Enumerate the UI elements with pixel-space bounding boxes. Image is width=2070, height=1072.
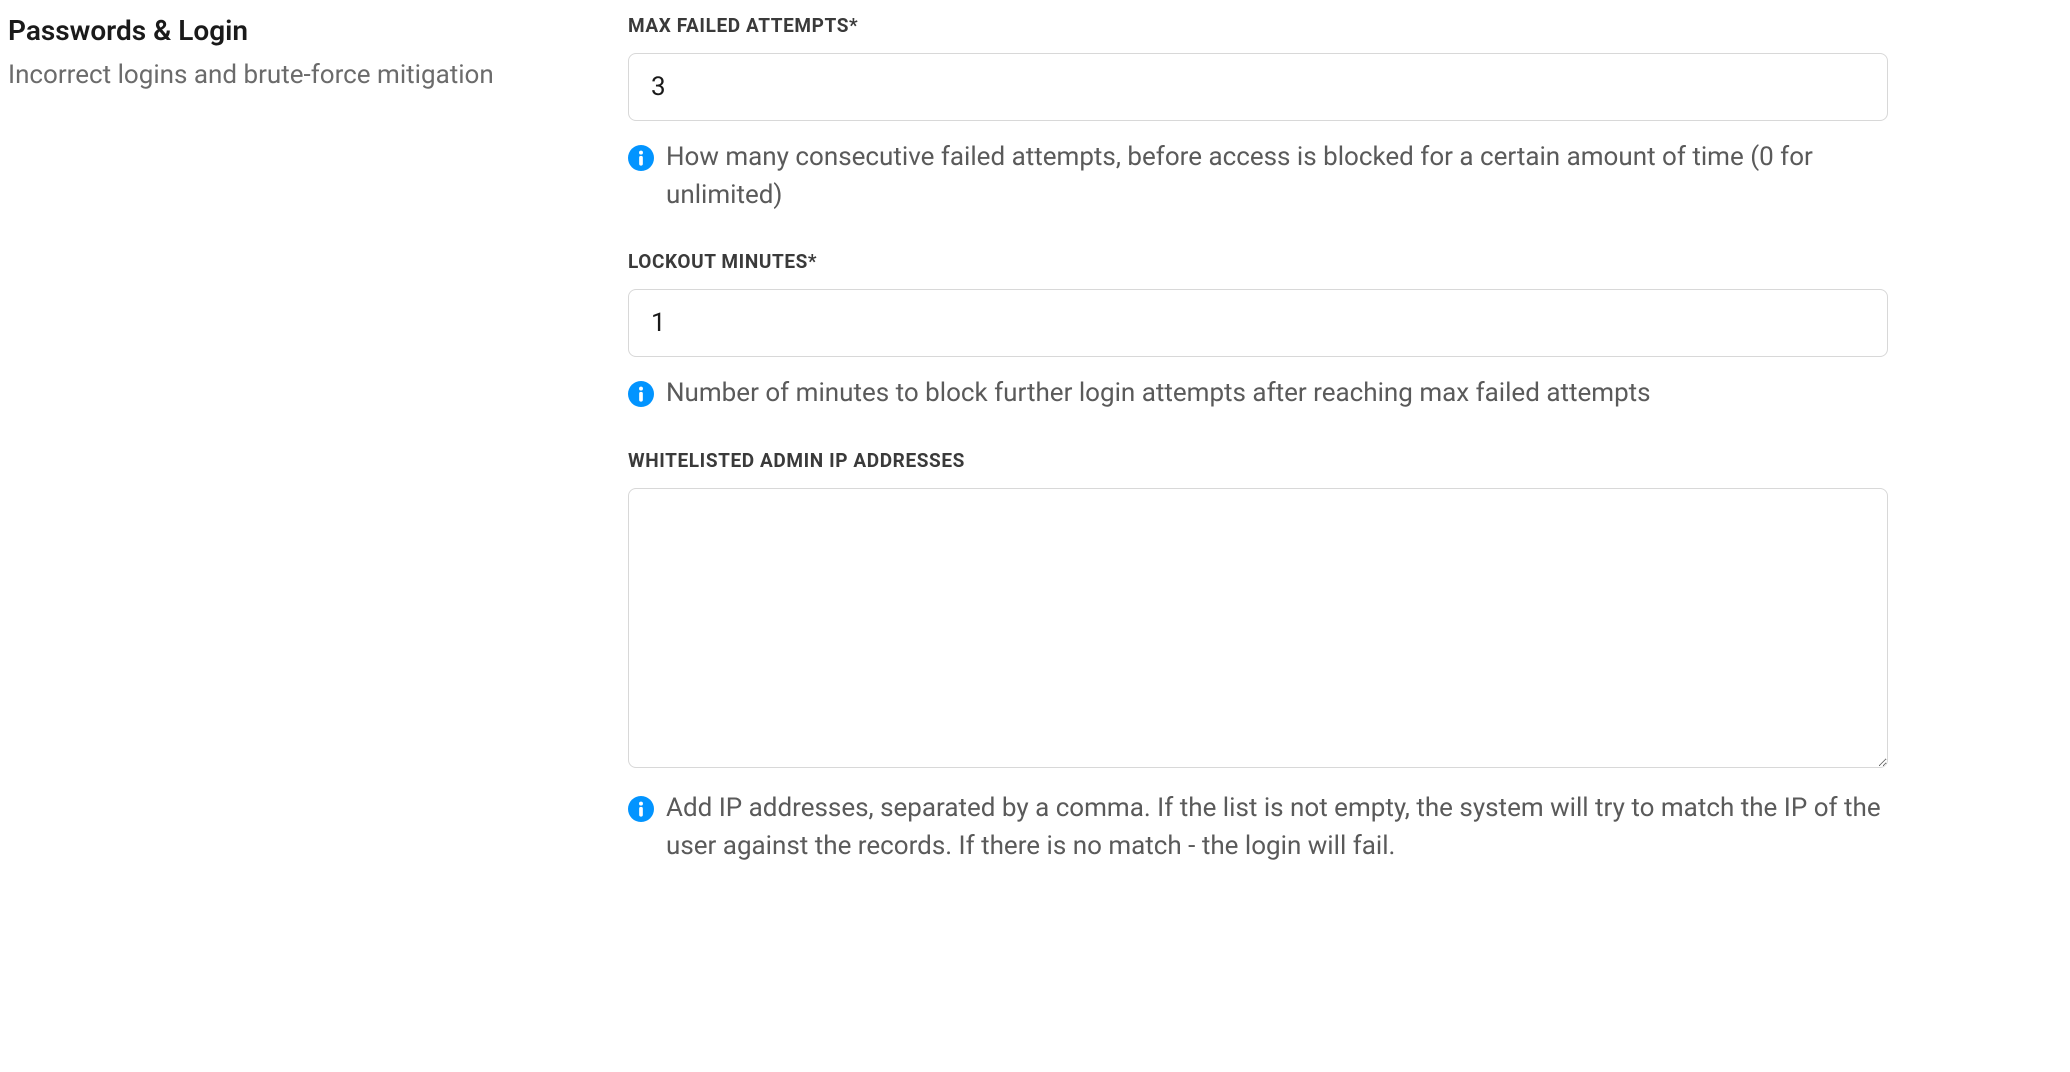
settings-section: Passwords & Login Incorrect logins and b… (8, 14, 2062, 865)
section-title: Passwords & Login (8, 14, 588, 47)
lockout-minutes-label: LOCKOUT MINUTES* (628, 250, 1888, 273)
info-icon (628, 381, 654, 407)
field-whitelisted-ips: WHITELISTED ADMIN IP ADDRESSES Add IP ad… (628, 449, 1888, 865)
info-icon (628, 145, 654, 171)
section-header: Passwords & Login Incorrect logins and b… (8, 14, 588, 865)
max-failed-attempts-label: MAX FAILED ATTEMPTS* (628, 14, 1888, 37)
max-failed-attempts-input[interactable] (628, 53, 1888, 121)
form-fields: MAX FAILED ATTEMPTS* How many consecutiv… (628, 14, 1888, 865)
field-lockout-minutes: LOCKOUT MINUTES* Number of minutes to bl… (628, 250, 1888, 413)
section-subtitle: Incorrect logins and brute-force mitigat… (8, 57, 588, 93)
whitelisted-ips-help: Add IP addresses, separated by a comma. … (666, 790, 1888, 865)
help-row: Add IP addresses, separated by a comma. … (628, 790, 1888, 865)
field-max-failed-attempts: MAX FAILED ATTEMPTS* How many consecutiv… (628, 14, 1888, 214)
lockout-minutes-input[interactable] (628, 289, 1888, 357)
whitelisted-ips-label: WHITELISTED ADMIN IP ADDRESSES (628, 449, 1888, 472)
help-row: How many consecutive failed attempts, be… (628, 139, 1888, 214)
info-icon (628, 796, 654, 822)
max-failed-attempts-help: How many consecutive failed attempts, be… (666, 139, 1888, 214)
help-row: Number of minutes to block further login… (628, 375, 1888, 413)
whitelisted-ips-textarea[interactable] (628, 488, 1888, 768)
lockout-minutes-help: Number of minutes to block further login… (666, 375, 1651, 413)
